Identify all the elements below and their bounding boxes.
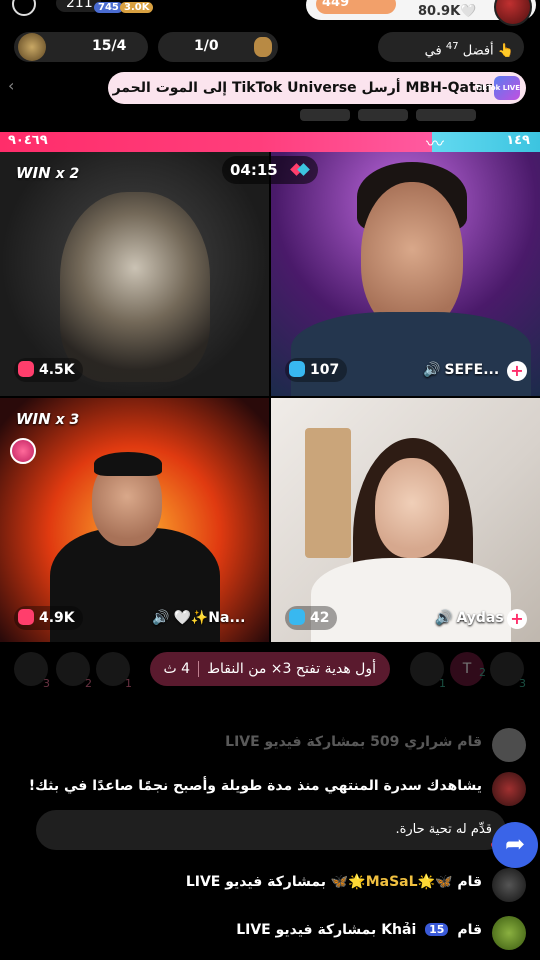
chevron-left-icon[interactable]: ‹ [8,76,14,95]
hint-seconds: 4 ث [163,661,191,677]
gift-icon [289,361,305,377]
gift-icon [289,609,305,625]
mini-avatar[interactable]: 1 [96,652,132,690]
score-row: 15/4 1/0 👆 أفضل 47 في الساعة [0,32,540,88]
avatar[interactable] [492,728,526,762]
tile-4-score: 42 [285,606,338,630]
person-face [375,458,449,558]
win-label-1: WIN x 2 [16,164,80,182]
level-badge: 15 [425,923,449,936]
speaker-icon[interactable]: 🔊 [435,606,452,630]
video-tile-3[interactable]: WIN x 3 4.9K 🔊 🤍✨Na... [0,398,269,642]
speaker-icon[interactable]: 🔊 [423,358,440,382]
hand-icon: 👆 [497,43,514,59]
faded-row [300,106,530,121]
avatar[interactable] [492,772,526,806]
host-like-count: 80.9K🤍 [418,4,477,19]
mini-avatar[interactable]: 1 [410,652,446,690]
battle-score-bar: ٩٠٤٦٩ 〰 ١٤٩ [0,132,540,155]
bear-icon [254,37,272,57]
mini-avatar[interactable]: 3 [14,652,50,690]
lion-artwork [60,192,210,382]
top-badge-2: 3.0K [120,2,154,13]
clock-icon[interactable] [12,0,36,16]
battle-icon [290,162,310,178]
mini-avatar[interactable]: T2 [450,652,486,686]
video-grid: WIN x 2 4.5K 107 🔊 SEFE... + WIN x 3 4.9K… [0,152,540,642]
video-tile-1[interactable]: WIN x 2 4.5K [0,152,269,396]
heart-score: 449 [316,0,396,14]
tile-2-name[interactable]: 🔊 SEFE... [423,358,499,382]
battle-score-left: ٩٠٤٦٩ [8,133,48,148]
tile-3-name[interactable]: 🔊 🤍✨Na... [152,606,245,630]
spark-icon: 〰 [426,134,444,155]
team-score-mid[interactable]: 1/0 [158,32,278,62]
chat-message-faded: قام شراري 509 بمشاركة فيديو LIVE [16,728,526,762]
battle-score-right: ١٤٩ [506,133,530,148]
headphones [94,452,162,476]
mini-avatar[interactable]: 2 [56,652,92,690]
avatar[interactable] [492,868,526,902]
host-avatar[interactable] [494,0,532,26]
gift-icon [18,609,34,625]
lion-icon [18,33,46,61]
tile-2-score: 107 [285,358,348,382]
chat-prompt-bubble[interactable]: قدِّم له تحية حارة. [36,810,506,850]
team-score-left[interactable]: 15/4 [14,32,148,62]
win-label-3: WIN x 3 [16,410,80,428]
top-badge-1: 745 [94,2,123,13]
gift-banner-text: MBH-Qatar أرسل TikTok Universe إلى الموت… [112,80,492,96]
battle-timer: 04:15 [222,156,318,184]
timer-value: 04:15 [230,161,278,179]
team-score-left-value: 15/4 [92,38,127,54]
video-tile-2[interactable]: 107 🔊 SEFE... + [271,152,540,396]
tile-1-score: 4.5K [14,358,83,382]
video-tile-4[interactable]: 42 🔊 Aydas + [271,398,540,642]
avatar[interactable] [492,916,526,950]
hourly-rank-pill[interactable]: 👆 أفضل 47 في الساعة [378,32,524,88]
chat-message: يشاهدك سدرة المنتهي منذ مدة طويلة وأصبح … [16,772,526,806]
top-bar: 211 745 3.0K 449 80.9K🤍 [0,0,540,28]
person-face [361,182,463,332]
tiktok-live-logo: TikTok LIVE [475,76,520,100]
chat-message: قام 15 Khải بمشاركة فيديو LIVE [16,916,526,950]
rank-number: 47 [445,41,459,52]
chat-message: قام 🦋🌟MaSaL🌟🦋 بمشاركة فيديو LIVE [16,868,526,902]
person-shirt [291,312,531,396]
rocket-icon[interactable] [10,438,36,464]
hint-text: أول هدية تفتح 3× من النقاط [207,661,376,677]
team-score-mid-value: 1/0 [194,38,219,54]
battle-bar-pink [0,132,432,152]
tile-3-score: 4.9K [14,606,83,630]
mini-avatar[interactable]: 3 [490,652,526,690]
share-arrow-icon[interactable]: ➦ [492,822,538,868]
door-frame [305,428,351,558]
gift-icon [18,361,34,377]
speaker-icon[interactable]: 🔊 [152,606,169,630]
follow-plus-button[interactable]: + [507,361,527,381]
follow-plus-button[interactable]: + [507,609,527,629]
gift-banner: TikTok LIVE MBH-Qatar أرسل TikTok Univer… [108,72,526,104]
tile-4-name[interactable]: 🔊 Aydas [435,606,504,630]
rank-label: أفضل [462,43,494,59]
gift-hint-pill: أول هدية تفتح 3× من النقاط 4 ث [150,652,390,686]
